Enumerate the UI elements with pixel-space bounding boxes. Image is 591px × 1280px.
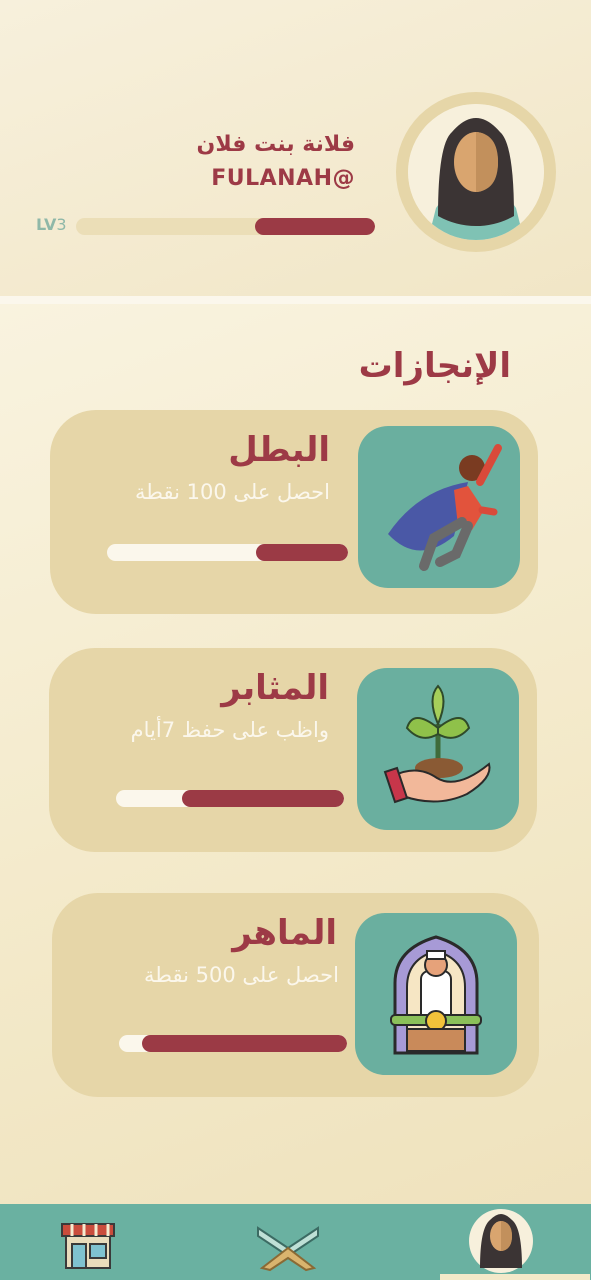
woman-hijab-avatar-icon [408,104,544,240]
nav-active-indicator [440,1274,590,1280]
achievement-description: احصل على 500 نقطة [143,963,339,987]
achievements-title: الإنجازات [358,346,511,386]
achievement-progress-fill [256,544,348,561]
user-handle: FULANAH@ [211,166,355,191]
nav-store[interactable] [58,1204,118,1280]
level-prefix: LV [36,215,57,234]
quran-reader-icon [355,913,517,1075]
achievement-title: البطل [228,430,330,470]
open-quran-icon [257,1226,319,1272]
level-label: LV3 [36,215,67,234]
divider [0,296,591,304]
achievement-title: المثابر [221,668,329,708]
nav-profile[interactable] [468,1204,534,1280]
achievement-description: واظب على حفظ 7أيام [130,718,329,742]
achievement-progress-bar [107,544,348,561]
nav-quran[interactable] [252,1204,324,1280]
achievement-title: الماهر [232,913,337,953]
profile-avatar-icon [469,1209,533,1273]
bottom-nav [0,1204,591,1280]
achievement-description: احصل على 100 نقطة [134,480,330,504]
user-name: فلانة بنت فلان [196,132,355,157]
level-progress-fill [255,218,375,235]
store-icon [61,1223,115,1269]
avatar[interactable] [396,92,556,252]
achievement-progress-bar [119,1035,347,1052]
achievement-progress-fill [141,1035,347,1052]
level-progress-bar [76,218,375,235]
achievement-card-hero[interactable]: البطل احصل على 100 نقطة [50,410,538,614]
achievement-card-skilled[interactable]: الماهر احصل على 500 نقطة [52,893,539,1097]
plant-in-hand-icon [357,668,519,830]
level-number: 3 [56,215,67,234]
achievement-progress-bar [116,790,344,807]
superhero-icon [358,426,520,588]
achievement-progress-fill [182,790,344,807]
achievement-card-persistent[interactable]: المثابر واظب على حفظ 7أيام [49,648,537,852]
